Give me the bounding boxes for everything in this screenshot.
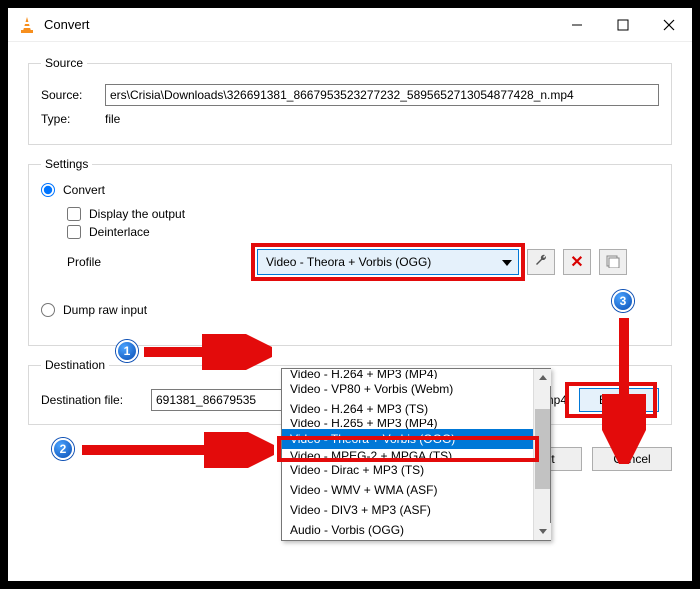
settings-group: Settings Convert Display the output Dein… [28,157,672,346]
annotation-badge-1: 1 [116,340,138,362]
annotation-badge-2: 2 [52,438,74,460]
type-label: Type: [41,112,105,126]
chevron-down-icon [502,255,512,269]
display-output-checkbox[interactable] [67,207,81,221]
annotation-badge-3: 3 [612,290,634,312]
source-label: Source: [41,88,105,102]
cancel-button-label: Cancel [613,452,650,466]
browse-button-label: Browse [599,393,639,407]
profile-selected-text: Video - Theora + Vorbis (OGG) [266,255,431,269]
scroll-down-icon[interactable] [534,523,551,540]
dropdown-item[interactable]: Video - H.264 + MP3 (TS) [282,399,550,419]
dropdown-scrollbar[interactable] [533,369,550,540]
dropdown-item[interactable]: Audio - Vorbis (OGG) [282,520,550,540]
dropdown-item[interactable]: Video - H.264 + MP3 (MP4) [282,369,550,379]
destination-label: Destination file: [41,393,151,407]
cancel-button[interactable]: Cancel [592,447,672,471]
dropdown-item[interactable]: Video - MPEG-2 + MPGA (TS) [282,449,550,460]
x-icon: ✕ [570,252,583,272]
type-value: file [105,112,120,126]
wrench-icon [534,254,548,271]
edit-profile-button[interactable] [527,249,555,275]
close-button[interactable] [646,8,692,42]
window-title: Convert [44,17,90,32]
profile-dropdown[interactable]: Video - H.264 + MP3 (MP4)Video - VP80 + … [281,368,551,541]
source-input[interactable] [105,84,659,106]
convert-radio[interactable] [41,183,55,197]
dump-raw-radio[interactable] [41,303,55,317]
scroll-up-icon[interactable] [534,369,551,386]
scroll-thumb[interactable] [535,409,550,489]
destination-legend: Destination [41,358,109,372]
vlc-cone-icon [18,16,36,34]
browse-button[interactable]: Browse [579,388,659,412]
settings-legend: Settings [41,157,92,171]
dropdown-item[interactable]: Video - Dirac + MP3 (TS) [282,460,550,480]
delete-profile-button[interactable]: ✕ [563,249,591,275]
minimize-button[interactable] [554,8,600,42]
dropdown-item[interactable]: Video - H.265 + MP3 (MP4) [282,419,550,429]
dropdown-item[interactable]: Video - VP80 + Vorbis (Webm) [282,379,550,399]
profile-label: Profile [67,255,127,269]
convert-radio-label: Convert [63,183,105,197]
new-profile-button[interactable] [599,249,627,275]
new-profile-icon [606,254,620,271]
titlebar: Convert [8,8,692,42]
deinterlace-label: Deinterlace [89,225,150,239]
dump-raw-label: Dump raw input [63,303,147,317]
dropdown-item[interactable]: Video - Theora + Vorbis (OGG) [282,429,550,449]
source-group: Source Source: Type: file [28,56,672,145]
dropdown-item[interactable]: Video - DIV3 + MP3 (ASF) [282,500,550,520]
convert-window: Convert Source Source: [8,8,692,581]
profile-combobox[interactable]: Video - Theora + Vorbis (OGG) [257,249,519,275]
display-output-label: Display the output [89,207,185,221]
deinterlace-checkbox[interactable] [67,225,81,239]
dropdown-item[interactable]: Video - WMV + WMA (ASF) [282,480,550,500]
maximize-button[interactable] [600,8,646,42]
source-legend: Source [41,56,87,70]
